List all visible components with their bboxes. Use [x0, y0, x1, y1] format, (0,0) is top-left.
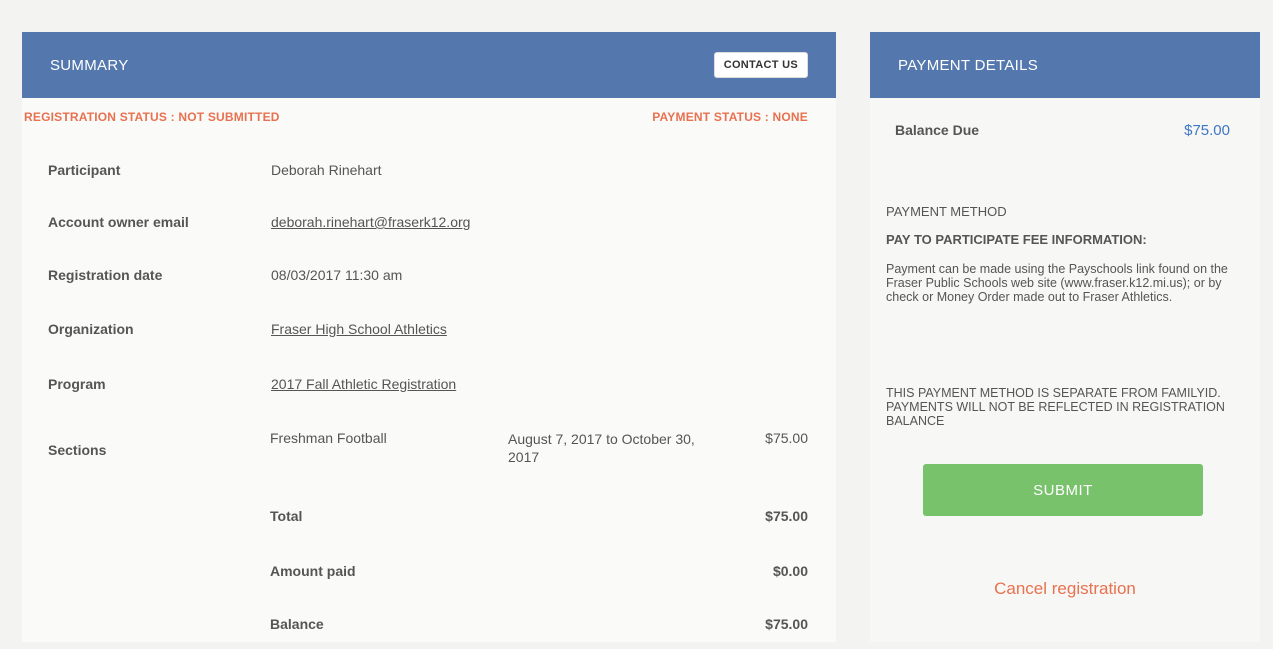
payment-method-title: PAYMENT METHOD — [886, 204, 1007, 219]
email-link[interactable]: deborah.rinehart@fraserk12.org — [271, 214, 470, 230]
payment-method-warning: THIS PAYMENT METHOD IS SEPARATE FROM FAM… — [886, 386, 1225, 428]
payment-title: PAYMENT DETAILS — [898, 56, 1039, 74]
participant-value: Deborah Rinehart — [271, 162, 382, 178]
balance-value: $75.00 — [765, 616, 808, 632]
registration-date-value: 08/03/2017 11:30 am — [271, 267, 403, 283]
section-name: Freshman Football — [270, 430, 387, 446]
balance-due-row: Balance Due $75.00 — [870, 122, 1260, 139]
summary-panel: SUMMARY CONTACT US REGISTRATION STATUS :… — [22, 32, 836, 642]
organization-link[interactable]: Fraser High School Athletics — [271, 321, 447, 337]
summary-header: SUMMARY CONTACT US — [22, 32, 836, 98]
amount-paid-value: $0.00 — [772, 563, 808, 579]
payment-header: PAYMENT DETAILS — [870, 32, 1260, 98]
payment-panel: PAYMENT DETAILS Balance Due $75.00 PAYME… — [870, 32, 1260, 642]
organization-label: Organization — [48, 321, 134, 337]
payment-status: PAYMENT STATUS : NONE — [652, 110, 808, 124]
total-label: Total — [270, 508, 303, 524]
summary-title: SUMMARY — [50, 56, 129, 74]
balance-due-label: Balance Due — [895, 122, 980, 138]
submit-button[interactable]: SUBMIT — [923, 464, 1203, 516]
status-row: REGISTRATION STATUS : NOT SUBMITTED PAYM… — [22, 98, 836, 124]
cancel-registration-link[interactable]: Cancel registration — [870, 579, 1260, 599]
email-label: Account owner email — [48, 214, 189, 230]
payment-method-info: Payment can be made using the Payschools… — [886, 262, 1228, 304]
registration-status: REGISTRATION STATUS : NOT SUBMITTED — [24, 110, 280, 124]
program-label: Program — [48, 376, 106, 392]
registration-date-label: Registration date — [48, 267, 163, 283]
section-dates: August 7, 2017 to October 30, 2017 — [508, 431, 695, 465]
balance-due-value: $75.00 — [1184, 122, 1230, 139]
participant-label: Participant — [48, 162, 121, 178]
program-link[interactable]: 2017 Fall Athletic Registration — [271, 376, 456, 392]
payment-method-subtitle: PAY TO PARTICIPATE FEE INFORMATION: — [886, 232, 1147, 247]
amount-paid-label: Amount paid — [270, 563, 356, 579]
sections-label: Sections — [48, 442, 107, 458]
section-amount: $75.00 — [765, 430, 808, 446]
balance-label: Balance — [270, 616, 324, 632]
contact-us-button[interactable]: CONTACT US — [713, 52, 808, 78]
total-value: $75.00 — [765, 508, 808, 524]
